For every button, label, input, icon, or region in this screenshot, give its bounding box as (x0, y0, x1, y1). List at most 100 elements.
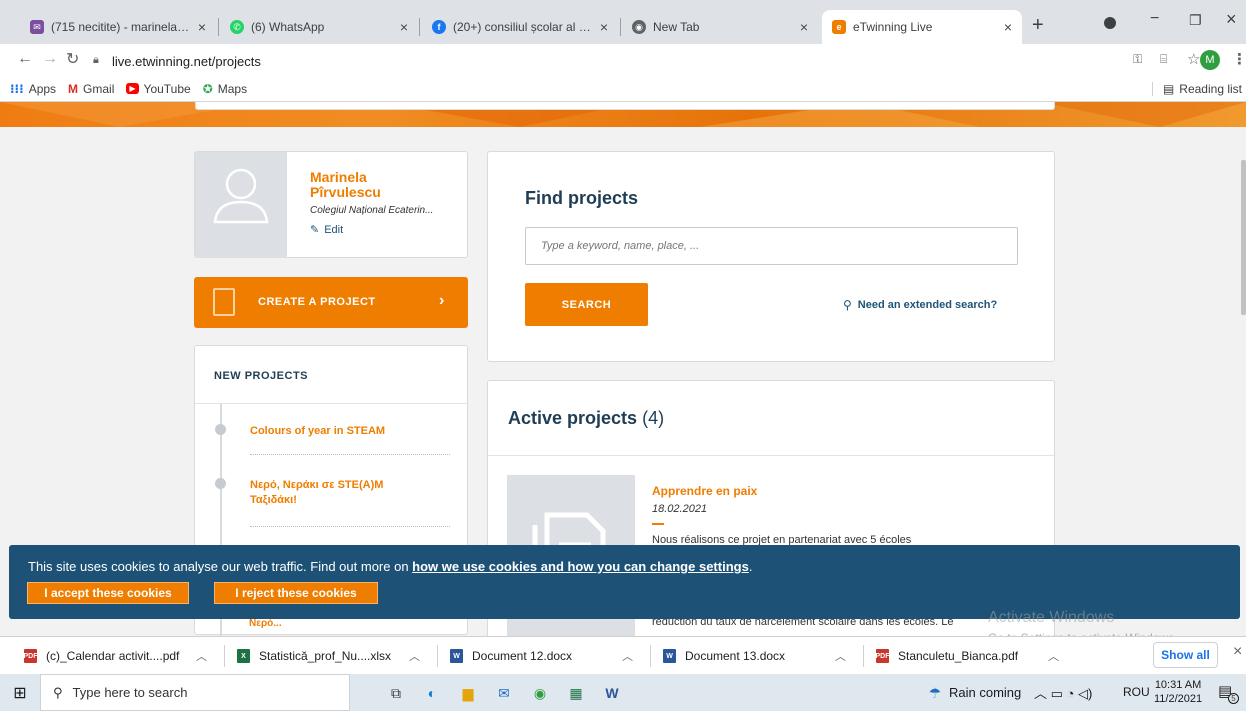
reading-list[interactable]: ▤ Reading list (1151, 81, 1242, 96)
close-window-icon[interactable]: × (1226, 9, 1237, 30)
download-item[interactable]: PDF Stanculetu_Bianca.pdf ︿ (876, 645, 1066, 667)
star-icon[interactable]: ☆ (1187, 50, 1200, 68)
clock[interactable]: 10:31 AM 11/2/2021 (1154, 678, 1202, 706)
divider (195, 403, 467, 404)
chevron-up-icon[interactable]: ︿ (1048, 648, 1059, 664)
new-projects-title: NEW PROJECTS (214, 370, 309, 382)
pencil-icon: ✎ (310, 224, 320, 236)
notification-count: 5 (1228, 693, 1239, 704)
taskbar-search-box[interactable]: ⚲ Type here to search (40, 674, 350, 711)
key-icon[interactable]: ⚿ (1133, 52, 1142, 67)
chevron-up-icon[interactable]: ︿ (835, 648, 846, 664)
download-item[interactable]: W Document 12.docx ︿ (450, 645, 640, 667)
close-tab-icon[interactable]: × (600, 19, 608, 35)
language-indicator[interactable]: ROU (1123, 685, 1150, 699)
new-project-partial[interactable]: Νερό... (249, 618, 282, 629)
divider (650, 645, 651, 667)
extended-search-link[interactable]: ⚲ Need an extended search? (843, 298, 997, 312)
excel-app-icon[interactable]: ▦ (565, 682, 587, 704)
accept-cookies-button[interactable]: I accept these cookies (27, 582, 189, 604)
reading-list-icon: ▤ (1162, 81, 1175, 96)
edge-icon[interactable]: ◐ (421, 682, 443, 704)
profile-school: Colegiul Național Ecaterin... (310, 205, 434, 216)
bookmarks-bar: ⁝⁝⁝ Apps M Gmail ▶ YouTube ✪ Maps ▤ Reading l… (0, 76, 1246, 102)
tab-search-icon[interactable] (1104, 17, 1116, 29)
activate-windows-watermark: Activate Windows (988, 609, 1115, 626)
task-view-icon[interactable]: ⧉ (385, 682, 407, 704)
show-all-downloads-button[interactable]: Show all (1153, 642, 1218, 668)
scrollbar-thumb[interactable] (1241, 160, 1246, 315)
tab-etwinning[interactable]: e eTwinning Live × (822, 10, 1022, 44)
gmail-icon: M (68, 81, 79, 96)
cookie-banner: This site uses cookies to analyse our we… (9, 545, 1240, 619)
chevron-up-icon[interactable]: ︿ (196, 648, 207, 664)
url-field[interactable]: live.etwinning.net/projects (112, 50, 1112, 72)
tab-new-tab[interactable]: ◉ New Tab × (622, 10, 818, 44)
word-app-icon[interactable]: W (601, 682, 623, 704)
header-card-edge (195, 102, 1055, 110)
create-project-button[interactable]: CREATE A PROJECT › (194, 277, 468, 328)
reject-cookies-button[interactable]: I reject these cookies (214, 582, 378, 604)
minimize-icon[interactable]: − (1150, 10, 1159, 28)
bookmark-apps[interactable]: ⁝⁝⁝ Apps (10, 82, 56, 96)
translate-icon[interactable]: ⌸ (1160, 52, 1167, 67)
file-explorer-icon[interactable]: ▆ (457, 682, 479, 704)
project-date: 18.02.2021 (652, 503, 708, 515)
tab-whatsapp[interactable]: ✆ (6) WhatsApp × (220, 10, 418, 44)
divider (488, 455, 1054, 456)
bookmark-youtube[interactable]: ▶ YouTube (126, 82, 191, 96)
restore-icon[interactable]: ❐ (1189, 12, 1202, 29)
back-icon[interactable]: ← (17, 50, 33, 68)
chevron-up-icon[interactable]: ︿ (622, 648, 633, 664)
bookmark-gmail[interactable]: M Gmail (68, 82, 114, 96)
url-text: live.etwinning.net/projects (112, 53, 261, 69)
forward-icon[interactable]: → (42, 50, 58, 68)
apps-grid-icon: ⁝⁝⁝ (10, 81, 24, 96)
profile-name[interactable]: Marinela Pîrvulescu (310, 170, 381, 200)
close-tab-icon[interactable]: × (198, 19, 206, 35)
close-tab-icon[interactable]: × (400, 19, 408, 35)
close-tab-icon[interactable]: × (800, 19, 808, 35)
chevron-right-icon: › (439, 292, 445, 309)
divider (224, 645, 225, 667)
download-item[interactable]: X Statistică_prof_Nu....xlsx ︿ (237, 645, 427, 667)
search-input[interactable] (525, 227, 1018, 265)
new-tab-plus-icon[interactable]: + (1032, 14, 1044, 37)
weather-text[interactable]: Rain coming (949, 685, 1021, 700)
pdf-icon: PDF (24, 649, 38, 663)
chevron-up-icon[interactable]: ︿ (409, 648, 420, 664)
lock-icon: 🔒︎ (93, 54, 99, 66)
close-tab-icon[interactable]: × (1004, 19, 1012, 35)
profile-card: Marinela Pîrvulescu Colegiul Național Eca… (194, 151, 468, 258)
tab-separator (620, 18, 621, 36)
taskbar: ⊞ ⚲ Type here to search ⧉ ◐ ▆ ✉ ◉ ▦ W ☂ … (0, 674, 1246, 711)
download-item[interactable]: W Document 13.docx ︿ (663, 645, 853, 667)
word-icon: W (450, 649, 463, 663)
etwinning-icon: e (832, 20, 846, 34)
close-download-bar-icon[interactable]: × (1233, 643, 1242, 661)
tab-separator (218, 18, 219, 36)
bookmark-maps[interactable]: ✪ Maps (203, 82, 247, 96)
tab-separator (419, 18, 420, 36)
excel-icon: X (237, 649, 250, 663)
find-projects-title: Find projects (525, 188, 639, 208)
reload-icon[interactable]: ↻ (66, 49, 79, 69)
download-item[interactable]: PDF (c)_Calendar activit....pdf ︿ (24, 645, 214, 667)
system-tray-icons[interactable]: ︿ ▭ ◔ ◁) (1034, 683, 1092, 702)
edit-profile-link[interactable]: ✎ Edit (310, 223, 343, 237)
accent-dash (652, 523, 664, 525)
divider (250, 526, 450, 527)
tab-facebook[interactable]: f (20+) consiliul școlar al elevilc × (422, 10, 618, 44)
find-projects-panel: Find projects SEARCH ⚲Need an extended s… (487, 151, 1055, 362)
search-button[interactable]: SEARCH (525, 283, 648, 326)
menu-icon[interactable]: ⋮ (1232, 50, 1246, 68)
youtube-icon: ▶ (126, 83, 139, 94)
divider (250, 454, 450, 455)
chrome-icon[interactable]: ◉ (529, 682, 551, 704)
tab-gmail[interactable]: ✉ (715 necitite) - marinelapirvul × (20, 10, 216, 44)
project-title[interactable]: Apprendre en paix (652, 484, 757, 498)
profile-avatar[interactable]: M (1200, 50, 1220, 70)
windows-start-icon[interactable]: ⊞ (9, 682, 31, 704)
mail-app-icon[interactable]: ✉ (493, 682, 515, 704)
cookie-settings-link[interactable]: how we use cookies and how you can chang… (412, 559, 749, 574)
